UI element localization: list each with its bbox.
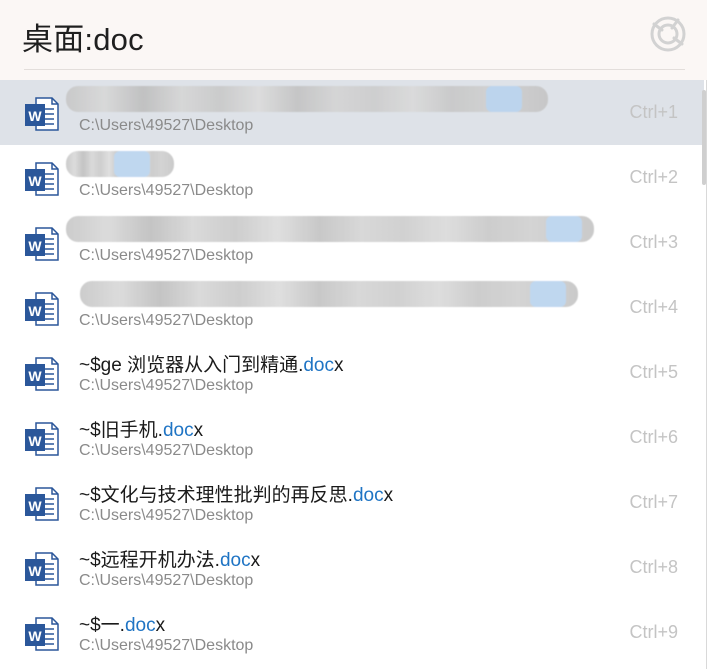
- result-row[interactable]: W C:\Users\49527\Desktop Ctrl+4: [0, 275, 704, 340]
- result-row[interactable]: W C:\Users\49527\Desktop Ctrl+2: [0, 145, 704, 210]
- result-title: ~$远程开机办法.docx: [79, 545, 260, 572]
- result-title-suffix: x: [334, 355, 344, 376]
- result-title-suffix: x: [250, 550, 261, 571]
- result-path: C:\Users\49527\Desktop: [79, 377, 254, 394]
- result-title-prefix: ~$文化与技术理性批判的再反思.: [79, 485, 353, 506]
- result-row[interactable]: W ~$一.docx C:\Users\49527\Desktop Ctrl+9: [0, 600, 704, 665]
- svg-text:W: W: [28, 238, 42, 254]
- result-shortcut: Ctrl+4: [629, 297, 678, 317]
- word-document-icon: W: [24, 226, 60, 262]
- search-bar[interactable]: 桌面:doc: [0, 0, 707, 80]
- result-row[interactable]: W ~$旧手机.docx C:\Users\49527\Desktop Ctrl+6: [0, 405, 704, 470]
- result-title-prefix: ~$一.: [79, 615, 125, 636]
- result-shortcut: Ctrl+7: [629, 492, 678, 512]
- redacted-highlight-block: [486, 86, 522, 112]
- redacted-title-block: [66, 216, 594, 242]
- svg-text:W: W: [28, 368, 42, 384]
- result-title: ~$一.docx: [79, 610, 165, 637]
- scrollbar[interactable]: [702, 80, 706, 669]
- result-title-match: doc: [352, 485, 384, 506]
- word-document-icon: W: [24, 616, 60, 652]
- search-input[interactable]: 桌面:doc: [22, 14, 144, 59]
- result-shortcut: Ctrl+2: [629, 167, 678, 187]
- result-row[interactable]: W C:\Users\49527\Desktop Ctrl+3: [0, 210, 704, 275]
- result-title-match: doc: [303, 355, 334, 376]
- launcher-window: 桌面:doc W C:\Users\49527\Desktop Ctrl+1 W …: [0, 0, 707, 669]
- redacted-highlight-block: [114, 151, 150, 177]
- result-row[interactable]: W ~$ge 浏览器从入门到精通.docx C:\Users\49527\Desk…: [0, 340, 704, 405]
- result-shortcut: Ctrl+9: [629, 622, 678, 642]
- result-path: C:\Users\49527\Desktop: [79, 507, 254, 524]
- svg-text:W: W: [28, 433, 42, 449]
- result-row[interactable]: W ~$远程开机办法.docx C:\Users\49527\Desktop Ctr…: [0, 535, 704, 600]
- result-title-match: doc: [124, 615, 156, 636]
- svg-text:W: W: [28, 628, 42, 644]
- result-title-prefix: ~$远程开机办法.: [79, 550, 220, 571]
- word-document-icon: W: [24, 356, 60, 392]
- result-title-match: doc: [219, 550, 251, 571]
- word-document-icon: W: [24, 421, 60, 457]
- app-logo-icon[interactable]: [648, 14, 688, 54]
- result-shortcut: Ctrl+6: [629, 427, 678, 447]
- result-title-suffix: x: [193, 420, 204, 441]
- svg-text:W: W: [28, 108, 42, 124]
- search-underline: [24, 69, 685, 70]
- result-path: C:\Users\49527\Desktop: [79, 182, 254, 199]
- svg-text:W: W: [28, 563, 42, 579]
- result-title-prefix: ~$旧手机.: [79, 420, 163, 441]
- result-title-match: doc: [162, 420, 194, 441]
- result-row[interactable]: W C:\Users\49527\Desktop Ctrl+1: [0, 80, 704, 145]
- result-title: ~$文化与技术理性批判的再反思.docx: [79, 480, 393, 507]
- svg-text:W: W: [28, 498, 42, 514]
- result-path: C:\Users\49527\Desktop: [79, 117, 254, 134]
- result-shortcut: Ctrl+5: [629, 362, 678, 382]
- word-document-icon: W: [24, 96, 60, 132]
- redacted-highlight-block: [530, 281, 566, 307]
- word-document-icon: W: [24, 291, 60, 327]
- result-path: C:\Users\49527\Desktop: [79, 312, 254, 329]
- results-list: W C:\Users\49527\Desktop Ctrl+1 W C:\User…: [0, 80, 704, 669]
- result-shortcut: Ctrl+1: [629, 102, 678, 122]
- redacted-title-block: [66, 151, 174, 177]
- result-title: ~$旧手机.docx: [79, 415, 203, 442]
- word-document-icon: W: [24, 161, 60, 197]
- redacted-title-block: [80, 281, 578, 307]
- result-path: C:\Users\49527\Desktop: [79, 442, 254, 459]
- result-path: C:\Users\49527\Desktop: [79, 637, 254, 654]
- result-title-prefix: ~$ge 浏览器从入门到精通.: [79, 355, 304, 376]
- result-path: C:\Users\49527\Desktop: [79, 572, 254, 589]
- result-title-suffix: x: [383, 485, 394, 506]
- redacted-title-block: [66, 86, 548, 112]
- word-document-icon: W: [24, 551, 60, 587]
- result-title: ~$ge 浏览器从入门到精通.docx: [79, 350, 344, 377]
- svg-text:W: W: [28, 303, 42, 319]
- result-title-suffix: x: [155, 615, 166, 636]
- result-path: C:\Users\49527\Desktop: [79, 247, 254, 264]
- result-shortcut: Ctrl+3: [629, 232, 678, 252]
- scrollbar-thumb[interactable]: [702, 90, 706, 185]
- word-document-icon: W: [24, 486, 60, 522]
- svg-text:W: W: [28, 173, 42, 189]
- result-row[interactable]: W ~$文化与技术理性批判的再反思.docx C:\Users\49527\Des…: [0, 470, 704, 535]
- redacted-highlight-block: [546, 216, 582, 242]
- result-shortcut: Ctrl+8: [629, 557, 678, 577]
